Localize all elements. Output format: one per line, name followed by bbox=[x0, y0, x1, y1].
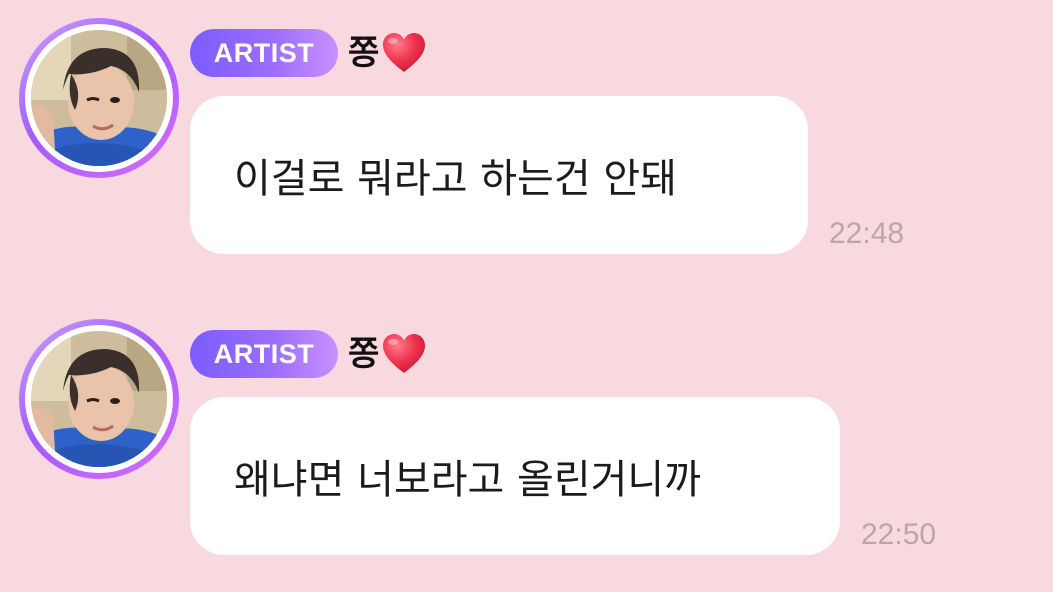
message-timestamp: 22:48 bbox=[829, 217, 905, 250]
sender-name-text: 쫑 bbox=[348, 33, 380, 73]
message-bubble[interactable]: 이걸로 뭐라고 하는건 안돼 bbox=[190, 96, 808, 254]
artist-badge: ARTIST bbox=[190, 330, 338, 378]
chat-message: ARTIST 쫑 이걸로 뭐라고 하는건 안돼 22:48 bbox=[0, 0, 1053, 260]
sender-name: 쫑 bbox=[348, 329, 427, 379]
avatar-photo bbox=[31, 30, 167, 166]
avatar[interactable] bbox=[19, 18, 179, 178]
message-timestamp: 22:50 bbox=[861, 518, 937, 551]
avatar-border bbox=[25, 24, 173, 172]
chat-message: ARTIST 쫑 왜냐면 너보라고 올린거니까 22:50 bbox=[0, 301, 1053, 561]
avatar-border bbox=[25, 325, 173, 473]
heart-icon bbox=[383, 33, 426, 72]
sender-name: 쫑 bbox=[348, 28, 427, 78]
profile-photo-icon bbox=[31, 331, 167, 467]
sender-name-text: 쫑 bbox=[348, 334, 380, 374]
heart-icon bbox=[383, 334, 426, 373]
avatar-photo bbox=[31, 331, 167, 467]
message-bubble[interactable]: 왜냐면 너보라고 올린거니까 bbox=[190, 397, 840, 555]
avatar[interactable] bbox=[19, 319, 179, 479]
profile-photo-icon bbox=[31, 30, 167, 166]
artist-badge: ARTIST bbox=[190, 29, 338, 77]
